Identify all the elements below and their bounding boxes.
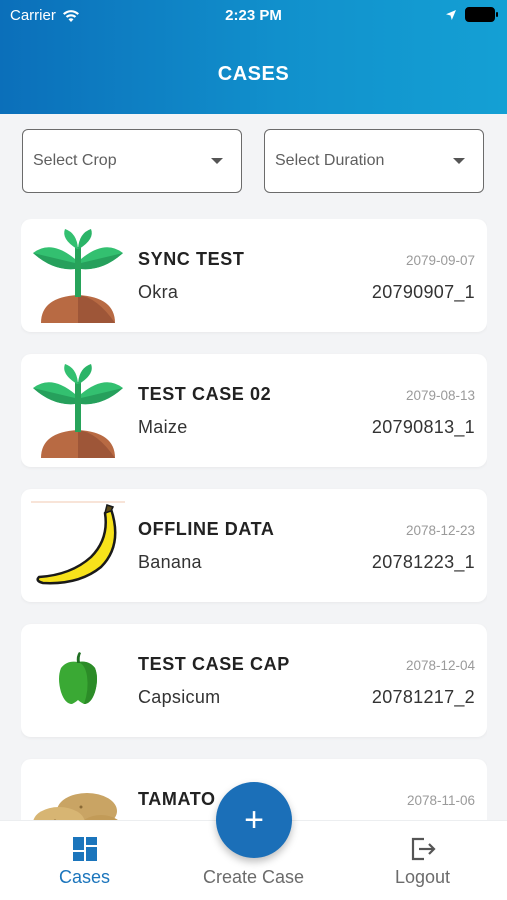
case-title: TEST CASE CAP [138, 654, 290, 674]
case-date: 2078-12-04 [405, 658, 475, 673]
plus-icon: + [244, 800, 264, 839]
crop-select[interactable]: Select Crop [22, 129, 242, 193]
tab-cases[interactable]: Cases [0, 821, 169, 900]
case-crop: Capsicum [138, 687, 221, 707]
tab-logout-label: Logout [394, 867, 451, 887]
status-time: 2:23 PM [225, 7, 282, 24]
grid-icon [73, 837, 97, 861]
chevron-down-icon [211, 158, 223, 164]
tab-create-case-label: Create Case [202, 867, 305, 887]
location-arrow-icon [446, 9, 456, 20]
case-card[interactable]: OFFLINE DATA Banana 2078-12-23 20781223_… [21, 489, 487, 602]
case-date: 2079-08-13 [405, 388, 475, 403]
case-title: TAMATO [138, 789, 216, 809]
duration-select[interactable]: Select Duration [264, 129, 484, 193]
case-list[interactable]: SYNC TEST Okra 2079-09-07 20790907_1 TES… [21, 219, 487, 821]
capsicum-icon [59, 652, 97, 704]
duration-select-placeholder: Select Duration [275, 152, 385, 169]
logout-icon [411, 837, 436, 861]
status-indicators [445, 7, 498, 22]
tab-cases-label: Cases [58, 867, 111, 887]
case-code: 20790907_1 [371, 282, 475, 302]
case-crop: Maize [138, 417, 188, 437]
status-bar: Carrier 2:23 PM [0, 6, 507, 26]
crop-select-placeholder: Select Crop [33, 152, 117, 169]
app-header: Carrier 2:23 PM CASES [0, 0, 507, 114]
case-date: 2078-11-06 [406, 793, 475, 808]
case-code: 20781223_1 [371, 552, 475, 572]
case-code: 20790813_1 [371, 417, 475, 437]
case-crop: Okra [138, 282, 179, 302]
filter-bar: Select Crop Select Duration [22, 129, 486, 193]
case-date: 2078-12-23 [405, 523, 475, 538]
case-title: SYNC TEST [138, 249, 245, 269]
case-card[interactable]: TEST CASE CAP Capsicum 2078-12-04 207812… [21, 624, 487, 737]
battery-icon [465, 7, 498, 22]
plant-icon [33, 364, 123, 458]
potato-icon [33, 793, 120, 821]
page-title: CASES [217, 63, 290, 85]
add-case-button[interactable]: + [216, 782, 292, 858]
case-title: TEST CASE 02 [138, 384, 272, 404]
case-crop: Banana [138, 552, 202, 572]
case-title: OFFLINE DATA [138, 519, 275, 539]
case-card[interactable]: TEST CASE 02 Maize 2079-08-13 20790813_1 [21, 354, 487, 467]
plant-icon [33, 229, 123, 323]
case-date: 2079-09-07 [405, 253, 475, 268]
case-card[interactable]: SYNC TEST Okra 2079-09-07 20790907_1 [21, 219, 487, 332]
chevron-down-icon [453, 158, 465, 164]
case-code: 20781217_2 [371, 687, 475, 707]
banana-icon [31, 501, 125, 585]
tab-logout[interactable]: Logout [338, 821, 507, 900]
